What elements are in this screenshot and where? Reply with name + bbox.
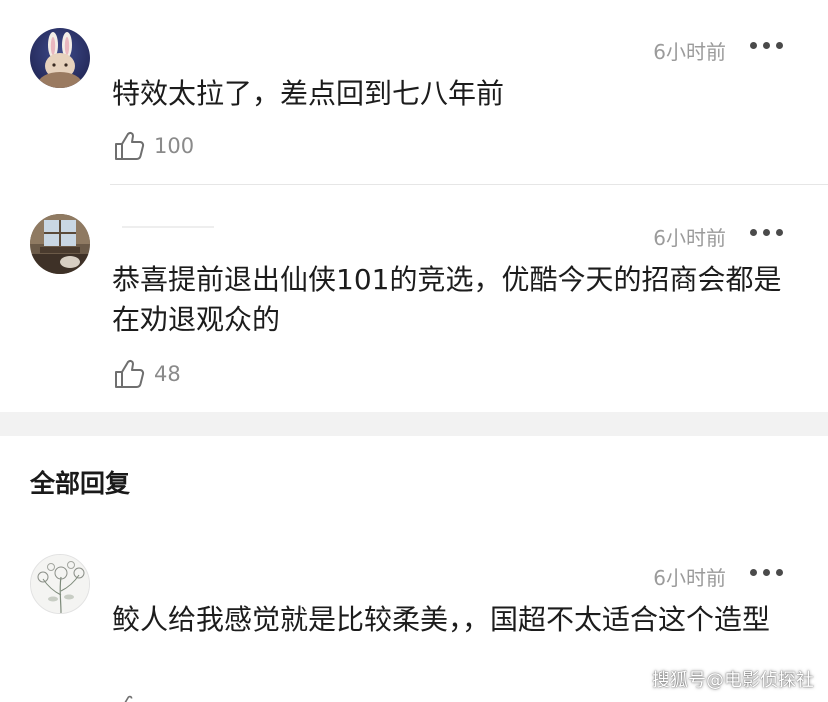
comment-text: 恭喜提前退出仙侠101的竞选，优酷今天的招商会都是在劝退观众的 <box>112 263 782 336</box>
window-scene-avatar-icon <box>30 214 90 274</box>
watermark: 搜狐号@电影侦探社 <box>652 670 814 691</box>
rabbit-ears-avatar-icon <box>30 28 90 88</box>
thumbs-up-icon[interactable] <box>118 694 140 702</box>
more-options-button[interactable] <box>750 567 784 577</box>
more-options-button[interactable] <box>750 40 784 50</box>
reply-text: 鲛人给我感觉就是比较柔美，，国超不太适合这个造型 <box>112 603 771 636</box>
reply-time: 6小时前 <box>653 566 726 590</box>
like-button[interactable]: 48 <box>112 356 181 392</box>
thumbs-up-icon <box>115 131 145 160</box>
section-separator <box>0 412 828 436</box>
comment-page: 6小时前 特效太拉了，差点回到七八年前 100 6小时前 恭喜提前退出仙侠101… <box>0 0 828 702</box>
flower-sketch-avatar-icon <box>31 555 89 613</box>
comment-text: 特效太拉了，差点回到七八年前 <box>112 77 505 110</box>
like-count: 100 <box>154 134 195 158</box>
user-avatar[interactable] <box>30 28 90 88</box>
divider <box>110 184 828 185</box>
user-avatar[interactable] <box>30 214 90 274</box>
section-title: 全部回复 <box>30 469 131 498</box>
more-dots-icon <box>750 42 757 49</box>
like-count: 48 <box>154 362 181 386</box>
comment-time: 6小时前 <box>653 40 726 64</box>
more-options-button[interactable] <box>750 227 784 237</box>
comment-time: 6小时前 <box>653 226 726 250</box>
thumbs-up-icon <box>115 359 145 388</box>
like-button[interactable]: 100 <box>112 128 194 164</box>
user-avatar[interactable] <box>30 554 90 614</box>
username-placeholder <box>122 226 214 228</box>
more-dots-icon <box>750 229 757 236</box>
more-dots-icon <box>750 569 757 576</box>
